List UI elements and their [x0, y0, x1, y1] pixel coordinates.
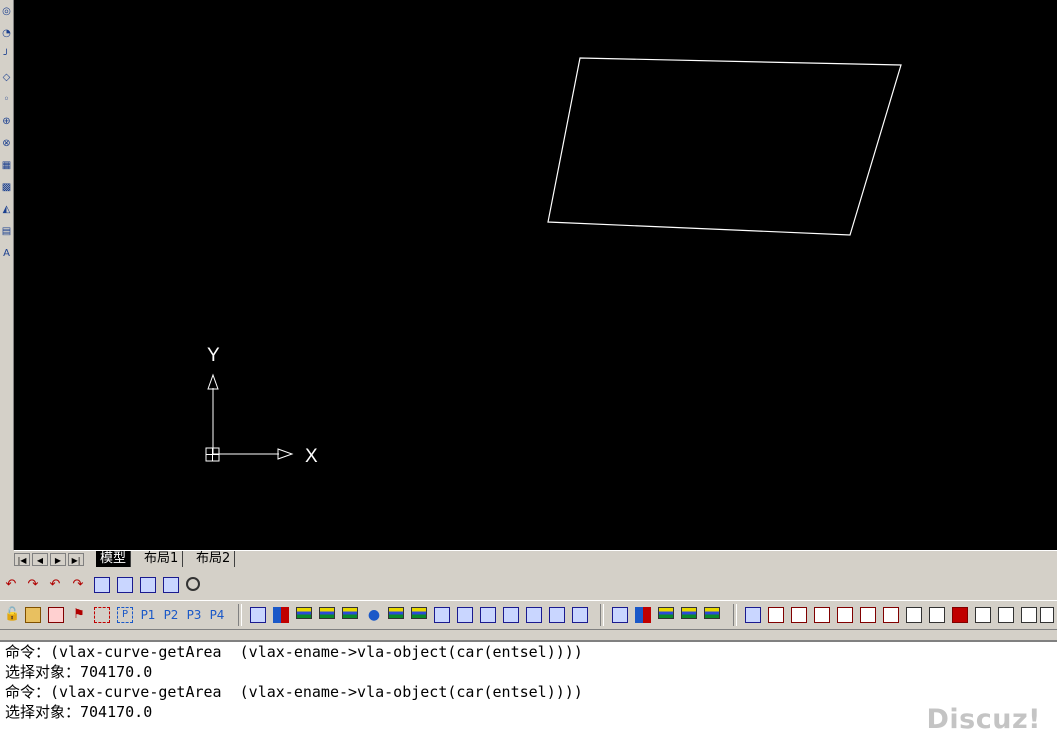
- command-window[interactable]: 命令：(vlax-curve-getArea (vlax-ename->vla-…: [0, 640, 1057, 743]
- layer-tool-icon[interactable]: [457, 607, 473, 623]
- zoom-out-icon[interactable]: ↶: [47, 577, 63, 593]
- flag-icon[interactable]: ⚑: [71, 607, 87, 623]
- draw-tool-icon[interactable]: ⊗: [1, 135, 12, 153]
- watermark: Discuz!: [926, 704, 1041, 735]
- layout-tab-bar: |◀ ◀ ▶ ▶| 模型 布局1 布局2: [14, 550, 1057, 568]
- layer-stack-icon[interactable]: [388, 607, 404, 619]
- block-tool-icon[interactable]: [906, 607, 922, 623]
- layer-stack-icon[interactable]: [296, 607, 312, 619]
- p1-button[interactable]: P1: [137, 607, 159, 623]
- layer-tool-icon[interactable]: [635, 607, 651, 623]
- toolbar-separator: [733, 604, 737, 626]
- layer-stack-icon[interactable]: [658, 607, 674, 619]
- ucs-y-label: Y: [207, 345, 220, 366]
- draw-tool-icon[interactable]: ◔: [1, 25, 12, 43]
- plot-icon[interactable]: [48, 607, 64, 623]
- layer-stack-icon[interactable]: [681, 607, 697, 619]
- draw-tool-icon[interactable]: ╯: [1, 47, 12, 65]
- pan-icon[interactable]: ↷: [70, 577, 86, 593]
- zoom-in-icon[interactable]: ↷: [25, 577, 41, 593]
- toolbar-separator: [238, 604, 242, 626]
- first-tab-icon[interactable]: |◀: [14, 553, 30, 566]
- zoom-window-icon[interactable]: [94, 577, 110, 593]
- region-icon[interactable]: ◭: [1, 201, 12, 219]
- p4-button[interactable]: P4: [206, 607, 228, 623]
- layer-stack-icon[interactable]: [704, 607, 720, 619]
- zoom-scale-icon[interactable]: [163, 577, 179, 593]
- block-tool-icon[interactable]: [837, 607, 853, 623]
- draw-tool-icon[interactable]: ◦: [1, 91, 12, 109]
- open-folder-icon[interactable]: [25, 607, 41, 623]
- tab-layout1[interactable]: 布局1: [140, 551, 184, 567]
- p2-button[interactable]: P2: [160, 607, 182, 623]
- ucs-icon: Y X: [205, 345, 318, 467]
- block-tool-icon[interactable]: [929, 607, 945, 623]
- block-tool-icon[interactable]: [952, 607, 968, 623]
- layer-tool-icon[interactable]: [250, 607, 266, 623]
- hatch-icon[interactable]: ▩: [1, 179, 12, 197]
- block-tool-icon[interactable]: [1040, 607, 1054, 623]
- layer-stack-icon[interactable]: [411, 607, 427, 619]
- layer-tool-icon[interactable]: [526, 607, 542, 623]
- model-space: Y X: [205, 57, 902, 467]
- purge-icon[interactable]: [94, 607, 110, 623]
- block-tool-icon[interactable]: [860, 607, 876, 623]
- drawing-canvas[interactable]: Y X: [14, 0, 1057, 550]
- layer-tool-icon[interactable]: [503, 607, 519, 623]
- block-tool-icon[interactable]: [745, 607, 761, 623]
- prev-tab-icon[interactable]: ◀: [32, 553, 48, 566]
- next-tab-icon[interactable]: ▶: [50, 553, 66, 566]
- draw-tool-icon[interactable]: ◎: [1, 3, 12, 21]
- layer-tool-icon[interactable]: [572, 607, 588, 623]
- layer-stack-icon[interactable]: [342, 607, 358, 619]
- tab-layout2[interactable]: 布局2: [192, 551, 236, 567]
- block-tool-icon[interactable]: [998, 607, 1014, 623]
- block-tool-icon[interactable]: [1021, 607, 1037, 623]
- layer-light-icon[interactable]: ●: [366, 607, 382, 623]
- command-line: 命令：(vlax-curve-getArea (vlax-ename->vla-…: [5, 683, 583, 701]
- block-tool-icon[interactable]: [814, 607, 830, 623]
- draw-tool-icon[interactable]: ⊕: [1, 113, 12, 131]
- layer-tool-icon[interactable]: [480, 607, 496, 623]
- p-icon[interactable]: P: [117, 607, 133, 623]
- zoom-all-icon[interactable]: [140, 577, 156, 593]
- layer-stack-icon[interactable]: [319, 607, 335, 619]
- block-tool-icon[interactable]: [791, 607, 807, 623]
- layer-tool-icon[interactable]: [273, 607, 289, 623]
- layer-tool-icon[interactable]: [612, 607, 628, 623]
- layer-tool-icon[interactable]: [549, 607, 565, 623]
- table-icon[interactable]: ▤: [1, 223, 12, 241]
- ucs-x-label: X: [305, 446, 318, 467]
- tab-model[interactable]: 模型: [96, 551, 132, 567]
- command-line: 命令：(vlax-curve-getArea (vlax-ename->vla-…: [5, 643, 583, 661]
- zoom-prev-icon[interactable]: ↶: [3, 577, 19, 593]
- left-toolbar: ◎ ◔ ╯ ◇ ◦ ⊕ ⊗ ▦ ▩ ◭ ▤ A: [0, 0, 14, 550]
- command-output: 选择对象：704170.0: [5, 663, 153, 681]
- command-output: 选择对象：704170.0: [5, 703, 153, 721]
- block-tool-icon[interactable]: [975, 607, 991, 623]
- block-tool-icon[interactable]: [768, 607, 784, 623]
- block-tool-icon[interactable]: [883, 607, 899, 623]
- hatch-icon[interactable]: ▦: [1, 157, 12, 175]
- toolbar-separator: [600, 604, 604, 626]
- text-icon[interactable]: A: [1, 245, 12, 263]
- layer-tool-icon[interactable]: [434, 607, 450, 623]
- toolbar-row-1: ↶ ↷ ↶ ↷: [0, 572, 1057, 598]
- last-tab-icon[interactable]: ▶|: [68, 553, 84, 566]
- zoom-extents-icon[interactable]: [117, 577, 133, 593]
- p3-button[interactable]: P3: [183, 607, 205, 623]
- lock-icon[interactable]: 🔓: [4, 607, 20, 623]
- zoom-realtime-icon[interactable]: [186, 577, 200, 591]
- toolbar-row-2: 🔓 ⚑ P P1 P2 P3 P4 ●: [0, 600, 1057, 630]
- parallelogram-polyline[interactable]: [547, 57, 902, 236]
- draw-tool-icon[interactable]: ◇: [1, 69, 12, 87]
